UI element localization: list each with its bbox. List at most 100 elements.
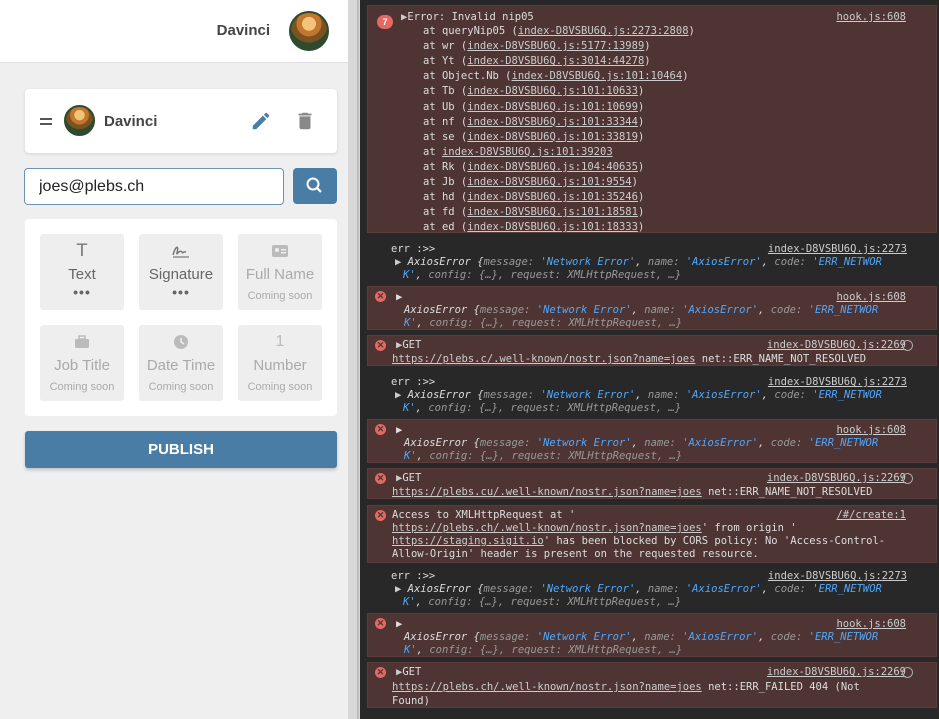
- tool-number: 1 Number Coming soon: [238, 325, 322, 401]
- error-icon: ✕: [375, 667, 386, 678]
- publish-button[interactable]: PUBLISH: [25, 431, 337, 468]
- error-icon: ✕: [375, 510, 386, 521]
- object-value: 'Network Error': [540, 256, 636, 268]
- stack-link[interactable]: index-D8VSBU6Q.js:2273:2808: [518, 25, 689, 37]
- tool-label: Job Title: [54, 357, 110, 374]
- globe-icon: [902, 667, 913, 678]
- origin-url[interactable]: https://staging.sigit.io: [392, 535, 544, 547]
- signer-card: Davinci: [25, 89, 337, 153]
- stack-link[interactable]: index-D8VSBU6Q.js:101:39203: [442, 146, 613, 158]
- log-label: err :>>: [391, 570, 436, 582]
- stack-line: at Tb (index-D8VSBU6Q.js:101:10633): [423, 85, 645, 98]
- stack-link[interactable]: index-D8VSBU6Q.js:5177:13989: [467, 40, 644, 52]
- object-value: 'ERR_NETWOR: [812, 583, 882, 595]
- tool-signature[interactable]: Signature •••: [139, 234, 223, 310]
- error-icon: ✕: [375, 424, 386, 435]
- source-link[interactable]: hook.js:608: [836, 618, 906, 630]
- source-link[interactable]: index-D8VSBU6Q.js:2269: [767, 666, 906, 678]
- stack-link[interactable]: index-D8VSBU6Q.js:101:10464: [512, 70, 683, 82]
- stack-line: at Rk (index-D8VSBU6Q.js:104:40635): [423, 160, 645, 173]
- request-url[interactable]: https://plebs.cu/.well-known/nostr.json?…: [392, 486, 702, 498]
- coming-soon-label: Coming soon: [247, 381, 313, 393]
- source-link[interactable]: hook.js:608: [836, 291, 906, 303]
- object-value: 'Network Error': [540, 389, 636, 401]
- top-bar: Davinci: [0, 0, 348, 63]
- expand-triangle-icon[interactable]: ▶: [395, 256, 408, 268]
- tool-job-title: Job Title Coming soon: [40, 325, 124, 401]
- tool-more[interactable]: •••: [40, 284, 124, 300]
- object-value: 'ERR_NETWOR: [808, 631, 879, 643]
- stack-link[interactable]: index-D8VSBU6Q.js:101:18581: [467, 206, 638, 218]
- object-rest: config: {…}, request: XMLHttpRequest, …}: [428, 402, 682, 414]
- source-link[interactable]: index-D8VSBU6Q.js:2273: [768, 243, 907, 255]
- expand-triangle-icon[interactable]: ▶: [396, 424, 402, 436]
- console-network-error: ✕ ▶GET index-D8VSBU6Q.js:2269 https://pl…: [367, 468, 937, 499]
- expand-triangle-icon[interactable]: ▶: [395, 389, 408, 401]
- expand-triangle-icon[interactable]: ▶: [396, 291, 402, 303]
- delete-button[interactable]: [294, 110, 316, 132]
- search-icon: [306, 177, 322, 193]
- cors-message: ' has been blocked by CORS policy: No 'A…: [543, 535, 886, 547]
- cors-message: Allow-Origin' header is present on the r…: [392, 548, 759, 560]
- stack-link[interactable]: index-D8VSBU6Q.js:101:33819: [467, 131, 638, 143]
- stack-link[interactable]: index-D8VSBU6Q.js:101:35246: [467, 191, 638, 203]
- request-status: net::ERR_FAILED 404 (Not: [708, 681, 860, 693]
- stack-link[interactable]: index-D8VSBU6Q.js:101:18333: [467, 221, 638, 233]
- object-name: AxiosError: [404, 304, 468, 316]
- stack-link[interactable]: index-D8VSBU6Q.js:101:33344: [467, 116, 638, 128]
- object-value: 'ERR_NETWOR: [808, 437, 879, 449]
- stack-link[interactable]: index-D8VSBU6Q.js:101:10699: [467, 101, 638, 113]
- stack-line: at se (index-D8VSBU6Q.js:101:33819): [423, 130, 645, 143]
- object-value: 'Network Error': [540, 583, 636, 595]
- devtools-console: 7 ▶ Error: Invalid nip05 hook.js:608 at q…: [361, 0, 939, 719]
- source-link[interactable]: index-D8VSBU6Q.js:2273: [768, 376, 907, 388]
- object-value: 'ERR_NETWOR: [808, 304, 879, 316]
- object-rest: config: {…}, request: XMLHttpRequest, …}: [429, 450, 683, 462]
- object-value: 'AxiosError': [682, 631, 759, 643]
- request-url[interactable]: https://plebs.ch/.well-known/nostr.json?…: [392, 681, 702, 693]
- stack-line: at Object.Nb (index-D8VSBU6Q.js:101:1046…: [423, 70, 689, 83]
- tool-text[interactable]: T Text •••: [40, 234, 124, 310]
- request-method: GET: [402, 472, 422, 484]
- coming-soon-label: Coming soon: [247, 290, 313, 302]
- stack-link[interactable]: index-D8VSBU6Q.js:104:40635: [467, 161, 638, 173]
- tool-label: Number: [253, 357, 307, 374]
- expand-triangle-icon[interactable]: ▶: [395, 583, 408, 595]
- search-button[interactable]: [293, 168, 337, 204]
- expand-triangle-icon[interactable]: ▶: [396, 618, 402, 630]
- object-value: 'AxiosError': [685, 583, 762, 595]
- stack-link[interactable]: index-D8VSBU6Q.js:3014:44278: [467, 55, 644, 67]
- tool-date-time: Date Time Coming soon: [139, 325, 223, 401]
- search-input[interactable]: [24, 168, 284, 205]
- stack-line: at ed (index-D8VSBU6Q.js:101:18333): [423, 221, 645, 234]
- source-link[interactable]: index-D8VSBU6Q.js:2269: [767, 472, 906, 484]
- source-link[interactable]: hook.js:608: [836, 11, 906, 23]
- edit-button[interactable]: [250, 110, 272, 132]
- object-rest: config: {…}, request: XMLHttpRequest, …}: [428, 269, 682, 281]
- object-value: 'AxiosError': [682, 304, 759, 316]
- error-icon: ✕: [375, 291, 386, 302]
- source-link[interactable]: hook.js:608: [836, 424, 906, 436]
- source-link[interactable]: index-D8VSBU6Q.js:2269: [767, 339, 906, 351]
- console-error: ✕ ▶ hook.js:608 AxiosError {message: 'Ne…: [367, 613, 937, 657]
- avatar[interactable]: [289, 11, 329, 51]
- request-status: Found): [392, 695, 430, 707]
- stack-link[interactable]: index-D8VSBU6Q.js:101:10633: [467, 85, 638, 97]
- stack-link[interactable]: index-D8VSBU6Q.js:101:9554: [467, 176, 631, 188]
- object-rest: config: {…}, request: XMLHttpRequest, …}: [428, 596, 682, 608]
- pencil-icon: [252, 112, 270, 130]
- signer-name: Davinci: [104, 113, 158, 130]
- source-link[interactable]: /#/create:1: [836, 509, 906, 521]
- log-label: err :>>: [391, 376, 436, 388]
- drag-handle-icon[interactable]: [40, 118, 52, 125]
- tool-more[interactable]: •••: [139, 284, 223, 300]
- divider-line: [357, 0, 359, 719]
- request-url[interactable]: https://plebs.c/.well-known/nostr.json?n…: [392, 353, 695, 365]
- request-url[interactable]: https://plebs.ch/.well-known/nostr.json?…: [392, 522, 702, 534]
- number-icon: 1: [275, 333, 285, 350]
- signer-avatar: [64, 105, 95, 136]
- briefcase-icon: [40, 332, 124, 352]
- console-log: err :>> index-D8VSBU6Q.js:2273 ▶ AxiosEr…: [367, 239, 937, 283]
- error-icon: ✕: [375, 473, 386, 484]
- source-link[interactable]: index-D8VSBU6Q.js:2273: [768, 570, 907, 582]
